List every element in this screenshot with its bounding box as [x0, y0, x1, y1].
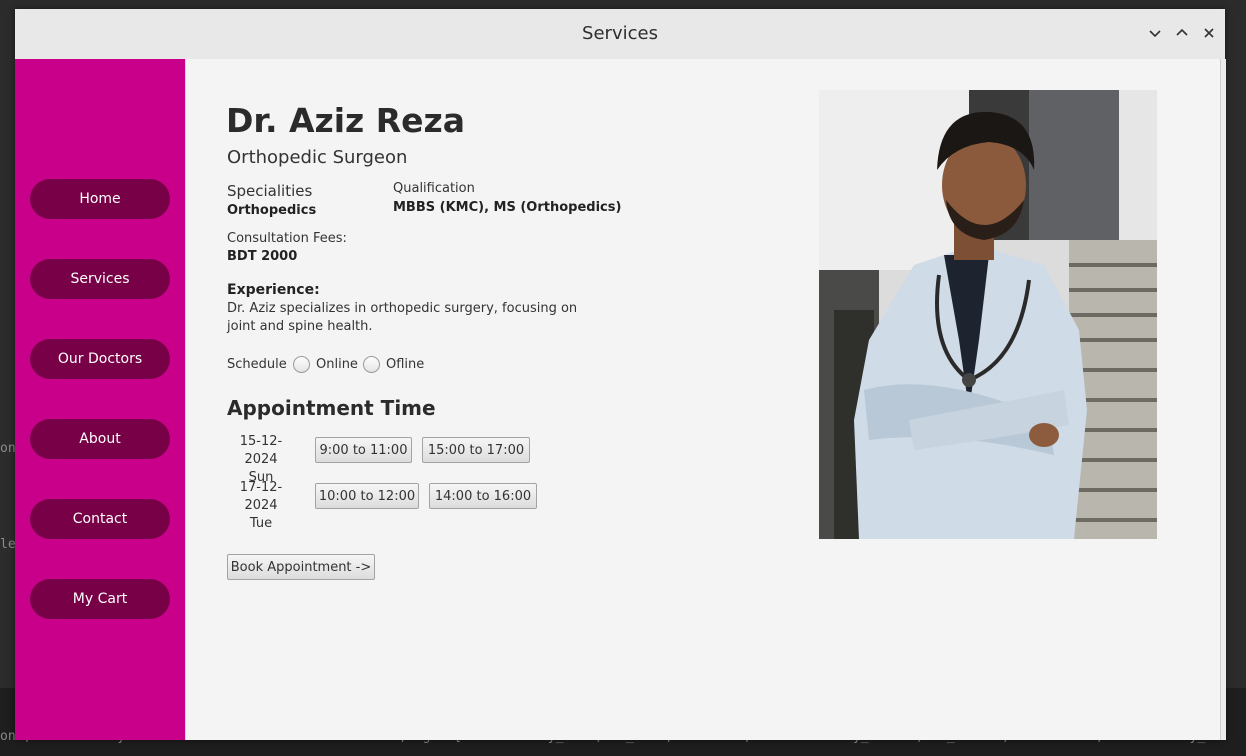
chevron-up-icon — [1176, 28, 1188, 36]
date-text: 17-12-2024 — [239, 480, 283, 513]
minimize-button[interactable] — [1146, 24, 1164, 42]
experience-label: Experience: — [227, 282, 320, 298]
book-appointment-button[interactable]: Book Appointment -> — [227, 554, 375, 580]
doctor-title: Orthopedic Surgeon — [227, 147, 408, 168]
offline-radio[interactable] — [363, 356, 380, 373]
time-slot-button[interactable]: 15:00 to 17:00 — [422, 437, 530, 463]
schedule-label: Schedule — [227, 357, 287, 372]
fees-label: Consultation Fees: — [227, 231, 347, 246]
close-button[interactable] — [1200, 24, 1218, 42]
specialities-label: Specialities — [227, 182, 313, 200]
appointment-heading: Appointment Time — [227, 396, 436, 420]
sidebar-item-services[interactable]: Services — [30, 259, 170, 299]
sidebar: Home Services Our Doctors About Contact … — [15, 59, 185, 740]
chevron-down-icon — [1149, 30, 1161, 38]
close-icon — [1204, 28, 1214, 38]
fees-value: BDT 2000 — [227, 249, 298, 264]
specialities-value: Orthopedics — [227, 203, 317, 218]
online-label[interactable]: Online — [316, 357, 358, 372]
sidebar-item-about[interactable]: About — [30, 419, 170, 459]
date-text: 15-12-2024 — [239, 434, 283, 467]
title-bar[interactable]: Services — [15, 9, 1225, 60]
sidebar-item-my-cart[interactable]: My Cart — [30, 579, 170, 619]
sidebar-item-contact[interactable]: Contact — [30, 499, 170, 539]
day-text: Tue — [249, 516, 273, 531]
window-right-edge — [1220, 59, 1226, 740]
window-title: Services — [582, 23, 658, 44]
doctor-photo — [819, 90, 1157, 539]
qualification-value: MBBS (KMC), MS (Orthopedics) — [393, 200, 622, 215]
maximize-button[interactable] — [1173, 24, 1191, 42]
doctor-portrait-image — [819, 90, 1157, 539]
doctor-name: Dr. Aziz Reza — [226, 101, 466, 140]
appointment-date: 17-12-2024 Tue — [226, 479, 296, 533]
time-slot-button[interactable]: 14:00 to 16:00 — [429, 483, 537, 509]
online-radio[interactable] — [293, 356, 310, 373]
experience-text: Dr. Aziz specializes in orthopedic surge… — [227, 301, 578, 334]
time-slot-button[interactable]: 9:00 to 11:00 — [315, 437, 412, 463]
main-content: Dr. Aziz Reza Orthopedic Surgeon Special… — [185, 59, 1221, 740]
qualification-label: Qualification — [393, 181, 475, 196]
app-window: Services Home Services Our Doctors About… — [15, 9, 1226, 740]
sidebar-item-home[interactable]: Home — [30, 179, 170, 219]
sidebar-item-our-doctors[interactable]: Our Doctors — [30, 339, 170, 379]
time-slot-button[interactable]: 10:00 to 12:00 — [315, 483, 419, 509]
offline-label[interactable]: Ofline — [386, 357, 424, 372]
